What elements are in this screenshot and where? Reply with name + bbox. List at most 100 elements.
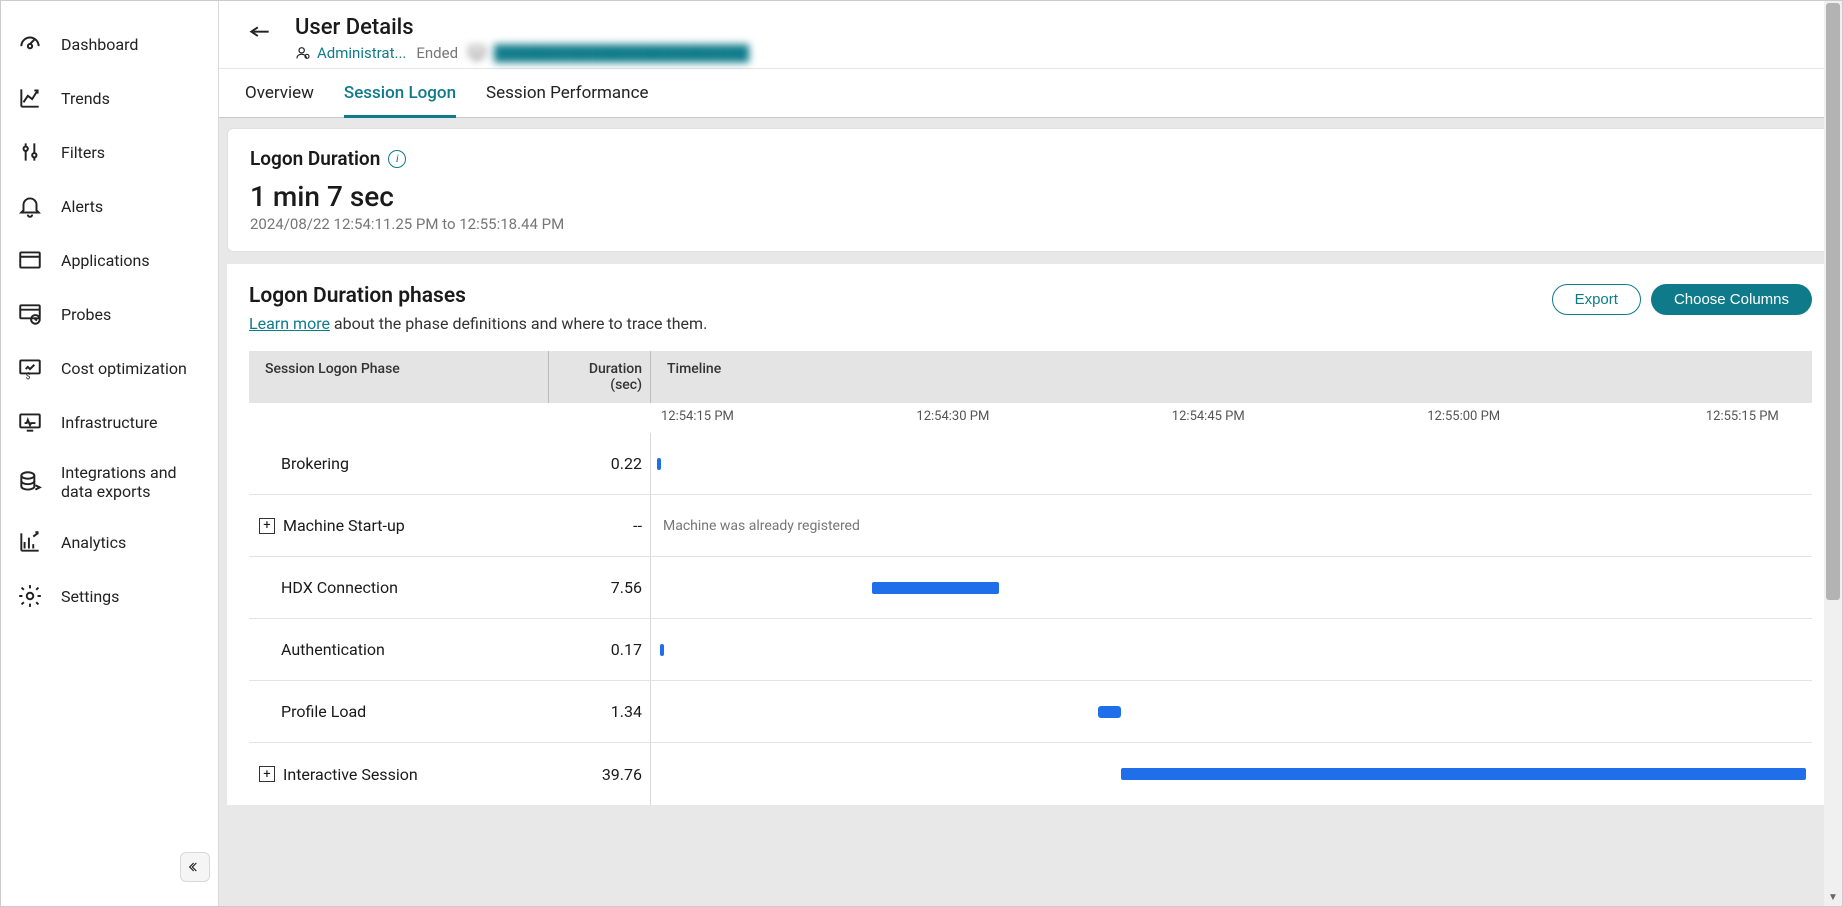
sidebar: Dashboard Trends Filters Alerts Applicat… xyxy=(1,1,219,906)
duration-cell: 0.17 xyxy=(549,619,651,680)
phase-cell: Authentication xyxy=(249,640,549,659)
table-row: + Machine Start-up -- Machine was alread… xyxy=(249,495,1812,557)
time-tick: 12:55:15 PM xyxy=(1706,409,1779,424)
gear-icon xyxy=(17,583,43,609)
sidebar-item-label: Infrastructure xyxy=(61,413,157,432)
tab-session-performance[interactable]: Session Performance xyxy=(486,69,648,117)
logon-duration-value: 1 min 7 sec xyxy=(250,180,1811,213)
section-title: Logon Duration phases xyxy=(249,284,707,308)
sidebar-item-label: Analytics xyxy=(61,533,126,552)
sidebar-item-filters[interactable]: Filters xyxy=(1,125,218,179)
timeline-message: Machine was already registered xyxy=(663,518,860,534)
sidebar-item-label: Alerts xyxy=(61,197,103,216)
section-subtext: Learn more about the phase definitions a… xyxy=(249,314,707,333)
scroll-thumb[interactable] xyxy=(1826,3,1840,600)
back-button[interactable] xyxy=(245,21,275,51)
timeline-bar xyxy=(872,582,1000,594)
table-row: HDX Connection 7.56 xyxy=(249,557,1812,619)
sidebar-item-cost[interactable]: $ Cost optimization xyxy=(1,341,218,395)
sidebar-item-analytics[interactable]: Analytics xyxy=(1,515,218,569)
sidebar-item-settings[interactable]: Settings xyxy=(1,569,218,623)
expand-icon[interactable]: + xyxy=(259,518,275,534)
learn-more-link[interactable]: Learn more xyxy=(249,314,330,333)
sidebar-item-label: Trends xyxy=(61,89,110,108)
phase-cell: HDX Connection xyxy=(249,578,549,597)
table-row: Profile Load 1.34 xyxy=(249,681,1812,743)
database-icon xyxy=(17,469,43,495)
sidebar-item-applications[interactable]: Applications xyxy=(1,233,218,287)
bell-icon xyxy=(17,193,43,219)
sidebar-collapse-button[interactable] xyxy=(180,852,210,882)
phase-cell: + Interactive Session xyxy=(249,765,549,784)
sidebar-item-trends[interactable]: Trends xyxy=(1,71,218,125)
sidebar-item-label: Applications xyxy=(61,251,150,270)
phases-table: Session Logon Phase Duration (sec) Timel… xyxy=(249,351,1812,805)
probes-icon xyxy=(17,301,43,327)
phases-section: Logon Duration phases Learn more about t… xyxy=(227,264,1834,805)
timeline-bar xyxy=(657,458,661,470)
scroll-down-arrow[interactable]: ▼ xyxy=(1824,888,1842,906)
sidebar-item-probes[interactable]: Probes xyxy=(1,287,218,341)
duration-cell: 0.22 xyxy=(549,433,651,494)
svg-text:$: $ xyxy=(26,371,31,381)
time-tick: 12:54:30 PM xyxy=(916,409,989,424)
cost-icon: $ xyxy=(17,355,43,381)
table-row: + Interactive Session 39.76 xyxy=(249,743,1812,805)
timeline-axis: 12:54:15 PM 12:54:30 PM 12:54:45 PM 12:5… xyxy=(651,403,1812,433)
sidebar-item-label: Cost optimization xyxy=(61,359,187,378)
main-content: User Details Administrat... Ended ██████… xyxy=(219,1,1842,906)
machine-name: ████████████████████████ xyxy=(494,44,749,62)
duration-cell: 7.56 xyxy=(549,557,651,618)
timeline-bar xyxy=(1121,768,1806,780)
duration-cell: 39.76 xyxy=(549,743,651,805)
sidebar-item-label: Probes xyxy=(61,305,111,324)
timeline-bar xyxy=(660,644,664,656)
user-name: Administrat... xyxy=(317,44,406,62)
col-header-phase[interactable]: Session Logon Phase xyxy=(249,351,549,403)
time-tick: 12:55:00 PM xyxy=(1427,409,1500,424)
trends-icon xyxy=(17,85,43,111)
logon-duration-range: 2024/08/22 12:54:11.25 PM to 12:55:18.44… xyxy=(250,215,1811,233)
sidebar-item-dashboard[interactable]: Dashboard xyxy=(1,17,218,71)
sidebar-item-alerts[interactable]: Alerts xyxy=(1,179,218,233)
table-header: Session Logon Phase Duration (sec) Timel… xyxy=(249,351,1812,403)
sidebar-item-integrations[interactable]: Integrations and data exports xyxy=(1,449,218,515)
sidebar-item-label: Integrations and data exports xyxy=(61,463,202,501)
timeline-cell: Machine was already registered xyxy=(651,518,1812,534)
user-chip[interactable]: Administrat... xyxy=(295,44,406,62)
col-header-timeline[interactable]: Timeline xyxy=(651,351,1812,403)
vertical-scrollbar[interactable]: ▲ ▼ xyxy=(1824,1,1842,906)
table-row: Authentication 0.17 xyxy=(249,619,1812,681)
col-header-duration[interactable]: Duration (sec) xyxy=(549,351,651,403)
sidebar-item-infrastructure[interactable]: Infrastructure xyxy=(1,395,218,449)
logon-duration-card: Logon Duration i 1 min 7 sec 2024/08/22 … xyxy=(227,128,1834,252)
sidebar-item-label: Filters xyxy=(61,143,105,162)
phase-cell: + Machine Start-up xyxy=(249,516,549,535)
duration-cell: 1.34 xyxy=(549,681,651,742)
duration-cell: -- xyxy=(549,495,651,556)
timeline-bar xyxy=(1098,706,1121,718)
tab-overview[interactable]: Overview xyxy=(245,69,314,117)
choose-columns-button[interactable]: Choose Columns xyxy=(1651,284,1812,315)
session-status: Ended xyxy=(416,44,458,62)
phase-cell: Brokering xyxy=(249,454,549,473)
time-tick: 12:54:45 PM xyxy=(1172,409,1245,424)
machine-chip[interactable]: ████████████████████████ xyxy=(468,44,749,62)
filters-icon xyxy=(17,139,43,165)
card-title: Logon Duration xyxy=(250,147,380,170)
gauge-icon xyxy=(17,31,43,57)
content-scroll: Logon Duration i 1 min 7 sec 2024/08/22 … xyxy=(219,118,1842,906)
time-tick: 12:54:15 PM xyxy=(661,409,734,424)
phase-cell: Profile Load xyxy=(249,702,549,721)
window-icon xyxy=(17,247,43,273)
info-icon[interactable]: i xyxy=(388,150,406,168)
tabs: Overview Session Logon Session Performan… xyxy=(219,69,1842,118)
export-button[interactable]: Export xyxy=(1552,284,1641,315)
table-row: Brokering 0.22 xyxy=(249,433,1812,495)
tab-session-logon[interactable]: Session Logon xyxy=(344,69,456,117)
page-title: User Details xyxy=(295,15,749,40)
expand-icon[interactable]: + xyxy=(259,766,275,782)
sidebar-item-label: Dashboard xyxy=(61,35,138,54)
sidebar-item-label: Settings xyxy=(61,587,119,606)
analytics-icon xyxy=(17,529,43,555)
